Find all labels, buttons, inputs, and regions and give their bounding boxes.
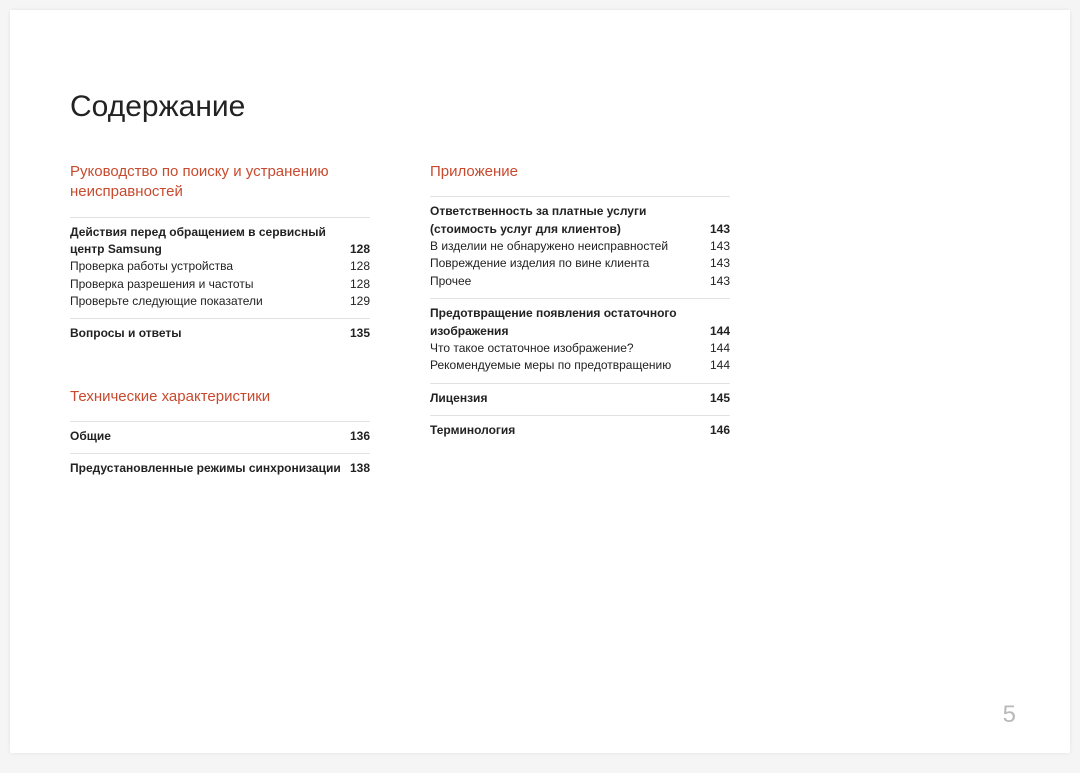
page-number: 5 bbox=[1003, 701, 1016, 729]
section-heading-appendix: Приложение bbox=[430, 162, 730, 182]
toc-label: Предотвращение появления остаточного изо… bbox=[430, 305, 710, 340]
toc-label: Проверка разрешения и частоты bbox=[70, 276, 350, 293]
toc-entry: Прочее 143 bbox=[430, 273, 730, 290]
toc-page: 135 bbox=[350, 325, 370, 342]
toc-entry: Проверка работы устройства 128 bbox=[70, 258, 370, 275]
toc-page: 128 bbox=[350, 276, 370, 293]
toc-entry: Проверьте следующие показатели 129 bbox=[70, 293, 370, 310]
toc-entry: Предотвращение появления остаточного изо… bbox=[430, 305, 730, 340]
toc-label: Что такое остаточное изображение? bbox=[430, 340, 710, 357]
toc-page: 144 bbox=[710, 357, 730, 374]
toc-right-column: Приложение Ответственность за платные ус… bbox=[430, 162, 730, 486]
toc-label: Проверка работы устройства bbox=[70, 258, 350, 275]
toc-label: Вопросы и ответы bbox=[70, 325, 350, 342]
toc-group: Общие 136 bbox=[70, 421, 370, 445]
toc-group: Предотвращение появления остаточного изо… bbox=[430, 298, 730, 375]
toc-page: 143 bbox=[710, 255, 730, 272]
toc-label: Общие bbox=[70, 428, 350, 445]
toc-group: Терминология 146 bbox=[430, 415, 730, 439]
toc-page: 143 bbox=[710, 221, 730, 238]
toc-entry: Предустановленные режимы синхронизации 1… bbox=[70, 460, 370, 477]
toc-entry: Рекомендуемые меры по предотвращению 144 bbox=[430, 357, 730, 374]
toc-group: Действия перед обращением в сервисный це… bbox=[70, 217, 370, 311]
toc-page: 138 bbox=[350, 460, 370, 477]
toc-group: Лицензия 145 bbox=[430, 383, 730, 407]
document-page: Содержание Руководство по поиску и устра… bbox=[10, 10, 1070, 753]
toc-entry: Что такое остаточное изображение? 144 bbox=[430, 340, 730, 357]
toc-label: В изделии не обнаружено неисправностей bbox=[430, 238, 710, 255]
toc-page: 143 bbox=[710, 238, 730, 255]
toc-group: Предустановленные режимы синхронизации 1… bbox=[70, 453, 370, 477]
section-heading-specs: Технические характеристики bbox=[70, 387, 370, 407]
toc-page: 144 bbox=[710, 340, 730, 357]
toc-entry: Терминология 146 bbox=[430, 422, 730, 439]
toc-page: 128 bbox=[350, 258, 370, 275]
toc-label: Предустановленные режимы синхронизации bbox=[70, 460, 350, 477]
toc-page: 146 bbox=[710, 422, 730, 439]
toc-page: 144 bbox=[710, 323, 730, 340]
toc-label: Проверьте следующие показатели bbox=[70, 293, 350, 310]
toc-label: Ответственность за платные услуги (стоим… bbox=[430, 203, 710, 238]
toc-page: 143 bbox=[710, 273, 730, 290]
toc-label: Рекомендуемые меры по предотвращению bbox=[430, 357, 710, 374]
toc-page: 145 bbox=[710, 390, 730, 407]
toc-label: Терминология bbox=[430, 422, 710, 439]
toc-entry: Ответственность за платные услуги (стоим… bbox=[430, 203, 730, 238]
toc-page: 136 bbox=[350, 428, 370, 445]
toc-entry: Проверка разрешения и частоты 128 bbox=[70, 276, 370, 293]
toc-group: Ответственность за платные услуги (стоим… bbox=[430, 196, 730, 290]
content-area: Содержание Руководство по поиску и устра… bbox=[10, 10, 1070, 486]
page-title: Содержание bbox=[70, 90, 1010, 124]
toc-entry: В изделии не обнаружено неисправностей 1… bbox=[430, 238, 730, 255]
toc-page: 129 bbox=[350, 293, 370, 310]
toc-entry: Общие 136 bbox=[70, 428, 370, 445]
toc-entry: Лицензия 145 bbox=[430, 390, 730, 407]
toc-label: Действия перед обращением в сервисный це… bbox=[70, 224, 350, 259]
toc-left-column: Руководство по поиску и устранению неисп… bbox=[70, 162, 370, 486]
toc-page: 128 bbox=[350, 241, 370, 258]
toc-entry: Действия перед обращением в сервисный це… bbox=[70, 224, 370, 259]
toc-label: Повреждение изделия по вине клиента bbox=[430, 255, 710, 272]
section-heading-troubleshooting: Руководство по поиску и устранению неисп… bbox=[70, 162, 370, 203]
toc-label: Лицензия bbox=[430, 390, 710, 407]
toc-group: Вопросы и ответы 135 bbox=[70, 318, 370, 342]
toc-columns: Руководство по поиску и устранению неисп… bbox=[70, 162, 1010, 486]
toc-entry: Вопросы и ответы 135 bbox=[70, 325, 370, 342]
toc-label: Прочее bbox=[430, 273, 710, 290]
toc-entry: Повреждение изделия по вине клиента 143 bbox=[430, 255, 730, 272]
